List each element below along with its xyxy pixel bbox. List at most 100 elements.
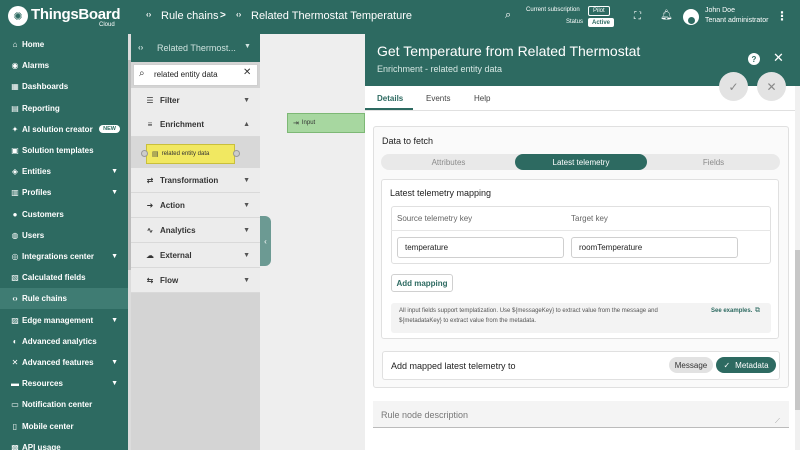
more-vert-icon[interactable]: ⋮ bbox=[776, 9, 788, 23]
sidebar-item-advanced-analytics[interactable]: ◐ Advanced analytics bbox=[0, 331, 128, 352]
open-in-new-icon[interactable]: ⧉ bbox=[755, 307, 760, 315]
sidebar-item-entities[interactable]: ◈ Entities ▼ bbox=[0, 161, 128, 182]
rule-chain-breadcrumb-icon: ‹› bbox=[236, 10, 242, 19]
close-panel-icon[interactable]: ✕ bbox=[773, 50, 784, 66]
thingsboard-logo-icon[interactable]: ✺ bbox=[8, 6, 28, 26]
active-tab-indicator bbox=[365, 108, 413, 110]
sidebar-item-integrations-center[interactable]: ◎ Integrations center ▼ bbox=[0, 246, 128, 267]
node-output-port[interactable] bbox=[233, 150, 240, 157]
panel-title: Get Temperature from Related Thermostat bbox=[377, 43, 641, 59]
sidebar-item-alarms[interactable]: ◉ Alarms bbox=[0, 55, 128, 76]
sidebar-item-label: Calculated fields bbox=[22, 273, 86, 283]
palette-search-icon: ⌕ bbox=[139, 68, 145, 79]
transformation-icon: ⇄ bbox=[146, 175, 154, 185]
filter-icon: ☰ bbox=[146, 95, 154, 105]
sidebar-item-edge-management[interactable]: ▨ Edge management ▼ bbox=[0, 310, 128, 331]
sidebar-item-advanced-features[interactable]: ✕ Advanced features ▼ bbox=[0, 352, 128, 373]
sidebar-item-ai-solution-creator[interactable]: ✦ AI solution creator NEW bbox=[0, 119, 128, 140]
sidebar-item-label: Profiles bbox=[22, 188, 52, 198]
flow-icon: ⇆ bbox=[146, 275, 154, 285]
source-key-input[interactable]: temperature bbox=[397, 237, 564, 258]
rule-chain-canvas[interactable] bbox=[260, 34, 365, 450]
edge-icon: ▨ bbox=[11, 315, 19, 325]
sidebar-item-label: Users bbox=[22, 230, 45, 240]
sidebar-item-resources[interactable]: ▬ Resources ▼ bbox=[0, 373, 128, 394]
users-icon: ◍ bbox=[11, 230, 19, 240]
palette-category-enrichment[interactable]: ≡ Enrichment ▲ bbox=[131, 112, 260, 137]
chevron-down-icon: ▼ bbox=[243, 96, 250, 104]
palette-search-input[interactable]: related entity data bbox=[154, 70, 218, 79]
palette-category-label: Filter bbox=[160, 95, 180, 105]
clear-search-icon[interactable]: ✕ bbox=[243, 67, 251, 78]
sidebar-item-dashboards[interactable]: ▦ Dashboards bbox=[0, 76, 128, 97]
chevron-down-icon: ▼ bbox=[111, 380, 118, 388]
notifications-icon[interactable]: 🔔︎ bbox=[660, 10, 673, 21]
target-key-input[interactable]: roomTemperature bbox=[571, 237, 738, 258]
breadcrumb-root[interactable]: Rule chains bbox=[161, 10, 218, 22]
templatization-hint: All input fields support templatization.… bbox=[399, 308, 658, 324]
fullscreen-icon[interactable]: ⛶ bbox=[634, 11, 641, 22]
sidebar-item-notification-center[interactable]: ▭ Notification center bbox=[0, 394, 128, 415]
palette-category-filter[interactable]: ☰ Filter ▼ bbox=[131, 88, 260, 113]
chevron-down-icon: ▼ bbox=[243, 226, 250, 234]
user-name: John Doe bbox=[705, 7, 735, 14]
related-entity-data-node[interactable]: ▤ related entity data bbox=[146, 144, 235, 164]
palette-category-label: Transformation bbox=[160, 175, 219, 185]
sidebar-item-profiles[interactable]: ▥ Profiles ▼ bbox=[0, 182, 128, 203]
add-mapping-button[interactable]: Add mapping bbox=[391, 274, 453, 292]
fetch-option-attributes[interactable]: Attributes bbox=[382, 154, 515, 170]
palette-category-label: Flow bbox=[160, 275, 179, 285]
add-to-metadata-chip[interactable]: ✓ Metadata bbox=[716, 357, 776, 373]
sidebar-item-mobile-center[interactable]: ▯ Mobile center bbox=[0, 416, 128, 437]
sidebar-item-label: Resources bbox=[22, 379, 63, 389]
breadcrumb-current: Related Thermostat Temperature bbox=[251, 10, 413, 22]
avatar[interactable] bbox=[683, 9, 699, 25]
entities-icon: ◈ bbox=[11, 167, 19, 177]
rule-chains-breadcrumb-icon: ‹› bbox=[146, 10, 152, 19]
check-icon: ✓ bbox=[728, 79, 739, 94]
template-icon: ▣ bbox=[11, 146, 19, 155]
fetch-option-latest-telemetry[interactable]: Latest telemetry bbox=[515, 154, 647, 170]
sidebar-item-calculated-fields[interactable]: ▧ Calculated fields bbox=[0, 267, 128, 288]
help-icon[interactable]: ? bbox=[748, 53, 760, 65]
mapping-header-divider bbox=[391, 230, 771, 231]
palette-header-dropdown-icon[interactable]: ▼ bbox=[244, 43, 251, 50]
palette-header-title[interactable]: Related Thermost... bbox=[157, 43, 236, 53]
chevron-down-icon: ▼ bbox=[243, 251, 250, 259]
add-to-message-chip[interactable]: Message bbox=[669, 357, 713, 373]
tab-details[interactable]: Details bbox=[377, 86, 403, 110]
sidebar-item-customers[interactable]: ● Customers bbox=[0, 204, 128, 225]
tab-events[interactable]: Events bbox=[426, 86, 450, 110]
app-name: ThingsBoard bbox=[31, 6, 121, 23]
description-placeholder: Rule node description bbox=[381, 410, 469, 420]
fetch-option-fields[interactable]: Fields bbox=[648, 154, 779, 170]
toggle-palette-handle[interactable]: ‹ bbox=[260, 216, 271, 266]
resize-handle-icon[interactable]: ⟋ bbox=[775, 418, 780, 426]
sidebar-item-api-usage[interactable]: ▩ API usage bbox=[0, 437, 128, 450]
apply-changes-button[interactable]: ✓ bbox=[719, 72, 748, 101]
discard-changes-button[interactable]: ✕ bbox=[757, 72, 786, 101]
sidebar-item-rule-chains[interactable]: ‹› Rule chains bbox=[0, 288, 128, 310]
action-icon: ➜ bbox=[146, 200, 154, 210]
sidebar-item-users[interactable]: ◍ Users bbox=[0, 225, 128, 246]
see-examples-link[interactable]: See examples. bbox=[711, 308, 752, 314]
breadcrumb-separator: > bbox=[220, 10, 226, 21]
palette-category-flow[interactable]: ⇆ Flow ▼ bbox=[131, 268, 260, 293]
palette-category-external[interactable]: ☁ External ▼ bbox=[131, 243, 260, 268]
chevron-down-icon: ▼ bbox=[111, 316, 118, 324]
analytics-icon: ∿ bbox=[146, 225, 154, 235]
check-icon: ✓ bbox=[723, 360, 731, 370]
palette-category-transformation[interactable]: ⇄ Transformation ▼ bbox=[131, 168, 260, 193]
palette-category-action[interactable]: ➜ Action ▼ bbox=[131, 193, 260, 218]
node-input-port[interactable] bbox=[141, 150, 148, 157]
sidebar-item-reporting[interactable]: ▤ Reporting bbox=[0, 98, 128, 119]
sidebar-item-home[interactable]: ⌂ Home bbox=[0, 34, 128, 55]
palette-category-analytics[interactable]: ∿ Analytics ▼ bbox=[131, 218, 260, 243]
input-node[interactable]: ⇥ Input bbox=[287, 113, 365, 133]
integrations-icon: ◎ bbox=[11, 252, 19, 261]
panel-scrollbar-thumb[interactable] bbox=[795, 250, 800, 410]
status-label: Status bbox=[566, 19, 584, 25]
sidebar-item-solution-templates[interactable]: ▣ Solution templates bbox=[0, 140, 128, 161]
search-icon[interactable]: ⌕ bbox=[505, 9, 511, 22]
tab-help[interactable]: Help bbox=[474, 86, 490, 110]
